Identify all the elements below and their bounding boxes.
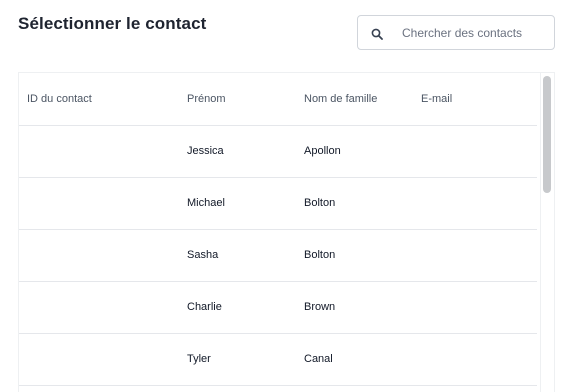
cell-contact-id [19, 177, 187, 230]
cell-first-name: Tyler [187, 333, 304, 386]
cell-first-name: Sasha [187, 229, 304, 282]
column-header-last-name[interactable]: Nom de famille [304, 73, 421, 126]
column-header-email[interactable]: E-mail [421, 73, 537, 126]
contacts-table-container[interactable]: ID du contact Prénom Nom de famille E-ma… [18, 72, 555, 392]
cell-contact-id [19, 125, 187, 178]
cell-last-name: Brown [304, 281, 421, 334]
vertical-scrollbar[interactable] [540, 73, 552, 392]
cell-contact-id [19, 229, 187, 282]
cell-contact-id [19, 281, 187, 334]
page-title: Sélectionner le contact [18, 14, 207, 33]
table-header-row: ID du contact Prénom Nom de famille E-ma… [19, 73, 537, 126]
column-header-first-name[interactable]: Prénom [187, 73, 304, 126]
search-icon [371, 27, 383, 40]
table-row[interactable]: Jessica Apollon [19, 125, 537, 178]
column-header-contact-id[interactable]: ID du contact [19, 73, 187, 126]
search-box[interactable] [357, 15, 555, 50]
cell-first-name: Charlie [187, 281, 304, 334]
cell-last-name: Bolton [304, 229, 421, 282]
dialog-header: Sélectionner le contact [0, 0, 561, 60]
scrollbar-thumb[interactable] [543, 76, 551, 193]
table-row[interactable]: Sasha Bolton [19, 229, 537, 282]
cell-last-name: Canal [304, 333, 421, 386]
cell-email [421, 177, 537, 230]
cell-first-name: Michael [187, 177, 304, 230]
table-row[interactable]: Michael Bolton [19, 177, 537, 230]
table-row[interactable]: Tyler Canal [19, 333, 537, 386]
cell-contact-id [19, 333, 187, 386]
cell-first-name: Jessica [187, 125, 304, 178]
cell-last-name: Bolton [304, 177, 421, 230]
cell-email [421, 125, 537, 178]
contacts-table: ID du contact Prénom Nom de famille E-ma… [19, 73, 537, 386]
cell-email [421, 281, 537, 334]
cell-email [421, 333, 537, 386]
table-row[interactable]: Charlie Brown [19, 281, 537, 334]
cell-last-name: Apollon [304, 125, 421, 178]
cell-email [421, 229, 537, 282]
search-input[interactable] [402, 25, 552, 40]
